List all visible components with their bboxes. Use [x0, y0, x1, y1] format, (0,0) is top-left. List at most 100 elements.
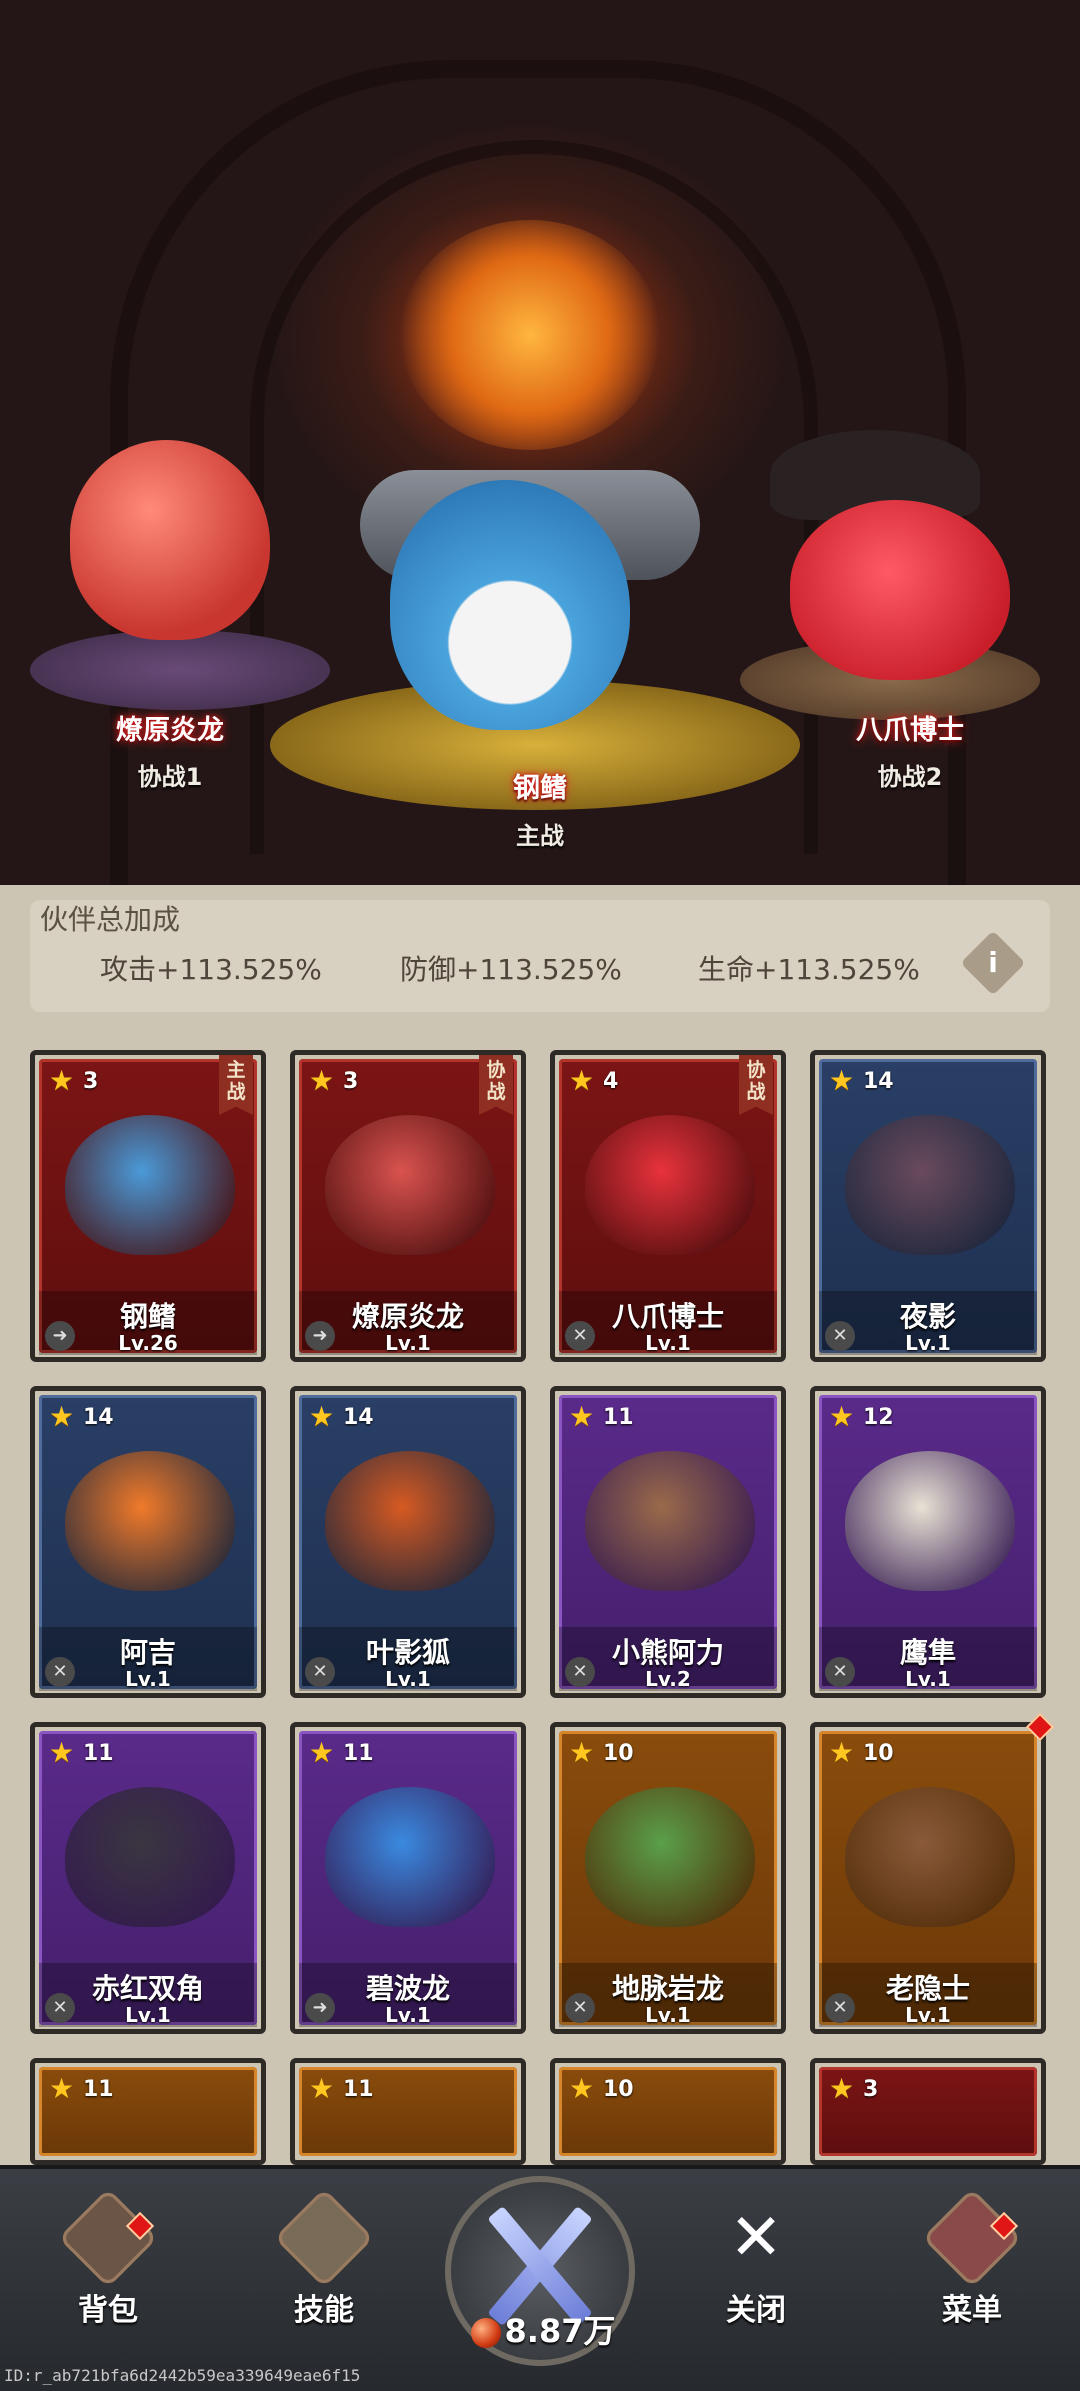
star-icon: ★	[49, 1400, 75, 1433]
card-stars: 3	[83, 1069, 99, 1094]
nav-skills-button[interactable]: 技能	[254, 2188, 394, 2329]
crossed-icon: ✕	[825, 1657, 855, 1687]
bonus-defense: 防御+113.525%	[400, 953, 622, 986]
card-stars: 11	[603, 1405, 634, 1430]
card-stars: 11	[343, 1741, 374, 1766]
crossed-icon: ✕	[565, 1993, 595, 2023]
star-icon: ★	[569, 2072, 595, 2105]
partner-card[interactable]: ★ 14 叶影狐 Lv.1 ✕	[290, 1386, 526, 1698]
star-icon: ★	[829, 1400, 855, 1433]
partner-card[interactable]: ★ 11 小熊阿力 Lv.2 ✕	[550, 1386, 786, 1698]
partner-card[interactable]: ★ 12 鹰隼 Lv.1 ✕	[810, 1386, 1046, 1698]
close-icon: ✕	[729, 2201, 783, 2275]
partner-card-partial[interactable]: ★ 11	[290, 2058, 526, 2165]
nav-menu-button[interactable]: 菜单	[902, 2188, 1042, 2329]
right-hero-name: 八爪博士	[856, 715, 964, 746]
partner-card[interactable]: ★ 14 阿吉 Lv.1 ✕	[30, 1386, 266, 1698]
star-icon: ★	[569, 1400, 595, 1433]
nav-menu-label: 菜单	[942, 2293, 1002, 2328]
nav-bag-button[interactable]: 背包	[38, 2188, 178, 2329]
lineup-scene: 燎原炎龙 协战1 钢鳍 主战 八爪博士 协战2	[0, 0, 1080, 885]
star-icon: ★	[309, 1064, 335, 1097]
partner-portrait	[325, 1115, 495, 1255]
nav-close-button[interactable]: ✕ 关闭	[686, 2195, 826, 2329]
partner-portrait	[845, 1451, 1015, 1591]
crossed-icon: ✕	[825, 1993, 855, 2023]
card-stars: 12	[863, 1405, 894, 1430]
footer-id: ID:r_ab721bfa6d2442b59ea339649eae6f15	[4, 2366, 361, 2385]
partner-card[interactable]: ★ 4 协战 八爪博士 Lv.1 ✕	[550, 1050, 786, 1362]
power-orb-icon	[470, 2318, 501, 2348]
partner-portrait	[65, 1115, 235, 1255]
star-icon: ★	[569, 1064, 595, 1097]
card-stars: 4	[603, 1069, 619, 1094]
partner-portrait	[845, 1787, 1015, 1927]
plane-icon: ➜	[305, 1321, 335, 1351]
left-hero-role: 协战1	[137, 763, 203, 791]
bonus-hp: 生命+113.525%	[698, 953, 920, 986]
partner-card[interactable]: ★ 10 老隐士 Lv.1 ✕	[810, 1722, 1046, 2034]
partner-card[interactable]: ★ 3 协战 燎原炎龙 Lv.1 ➜	[290, 1050, 526, 1362]
partner-portrait	[585, 1115, 755, 1255]
left-hero-name: 燎原炎龙	[116, 715, 224, 746]
star-icon: ★	[829, 1064, 855, 1097]
partner-portrait	[585, 1787, 755, 1927]
star-icon: ★	[309, 2072, 335, 2105]
crossed-icon: ✕	[305, 1657, 335, 1687]
nav-skills-label: 技能	[294, 2293, 354, 2328]
partner-card[interactable]: ★ 3 主战 钢鳍 Lv.26 ➜	[30, 1050, 266, 1362]
card-stars: 3	[863, 2077, 879, 2102]
star-icon: ★	[309, 1736, 335, 1769]
partner-card-partial[interactable]: ★ 3	[810, 2058, 1046, 2165]
star-icon: ★	[569, 1736, 595, 1769]
backpack-icon	[58, 2188, 158, 2288]
partner-portrait	[65, 1451, 235, 1591]
center-hero-role: 主战	[516, 822, 564, 850]
info-button[interactable]: i	[960, 930, 1026, 996]
partner-card-partial[interactable]: ★ 11	[30, 2058, 266, 2165]
plane-icon: ➜	[45, 1321, 75, 1351]
partner-portrait	[845, 1115, 1015, 1255]
card-stars: 11	[343, 2077, 374, 2102]
partner-portrait	[65, 1787, 235, 1927]
card-stars: 10	[603, 2077, 634, 2102]
card-stars: 10	[863, 1741, 894, 1766]
role-badge: 协战	[739, 1055, 773, 1115]
star-icon: ★	[309, 1400, 335, 1433]
right-hero-sprite[interactable]	[790, 500, 1010, 680]
plane-icon: ➜	[305, 1993, 335, 2023]
role-badge: 主战	[219, 1055, 253, 1115]
info-icon: i	[988, 946, 998, 979]
star-icon: ★	[829, 2072, 855, 2105]
crossed-icon: ✕	[825, 1321, 855, 1351]
partner-card[interactable]: ★ 14 夜影 Lv.1 ✕	[810, 1050, 1046, 1362]
role-badge: 协战	[479, 1055, 513, 1115]
card-stars: 14	[863, 1069, 894, 1094]
partner-card-partial[interactable]: ★ 10	[550, 2058, 786, 2165]
partner-portrait	[325, 1787, 495, 1927]
star-icon: ★	[49, 1736, 75, 1769]
bonus-title: 伙伴总加成	[40, 903, 181, 936]
crossed-icon: ✕	[565, 1321, 595, 1351]
partner-card[interactable]: ★ 11 碧波龙 Lv.1 ➜	[290, 1722, 526, 2034]
card-stars: 14	[83, 1405, 114, 1430]
card-stars: 11	[83, 2077, 114, 2102]
center-hero-name: 钢鳍	[513, 773, 567, 804]
partner-card[interactable]: ★ 10 地脉岩龙 Lv.1 ✕	[550, 1722, 786, 2034]
crossed-icon: ✕	[565, 1657, 595, 1687]
scroll-icon	[274, 2188, 374, 2288]
bonus-attack: 攻击+113.525%	[100, 953, 322, 986]
combat-power: 8.87万	[458, 2306, 628, 2352]
partner-card[interactable]: ★ 11 赤红双角 Lv.1 ✕	[30, 1722, 266, 2034]
crossed-icon: ✕	[45, 1993, 75, 2023]
card-stars: 3	[343, 1069, 359, 1094]
partner-portrait	[585, 1451, 755, 1591]
star-icon: ★	[829, 1736, 855, 1769]
right-hero-role: 协战2	[877, 763, 943, 791]
nav-bag-label: 背包	[78, 2293, 138, 2328]
left-platform	[30, 630, 330, 710]
nav-close-label: 关闭	[726, 2293, 786, 2328]
portal-glow	[400, 220, 660, 450]
left-hero-sprite[interactable]	[70, 440, 270, 640]
star-icon: ★	[49, 1064, 75, 1097]
